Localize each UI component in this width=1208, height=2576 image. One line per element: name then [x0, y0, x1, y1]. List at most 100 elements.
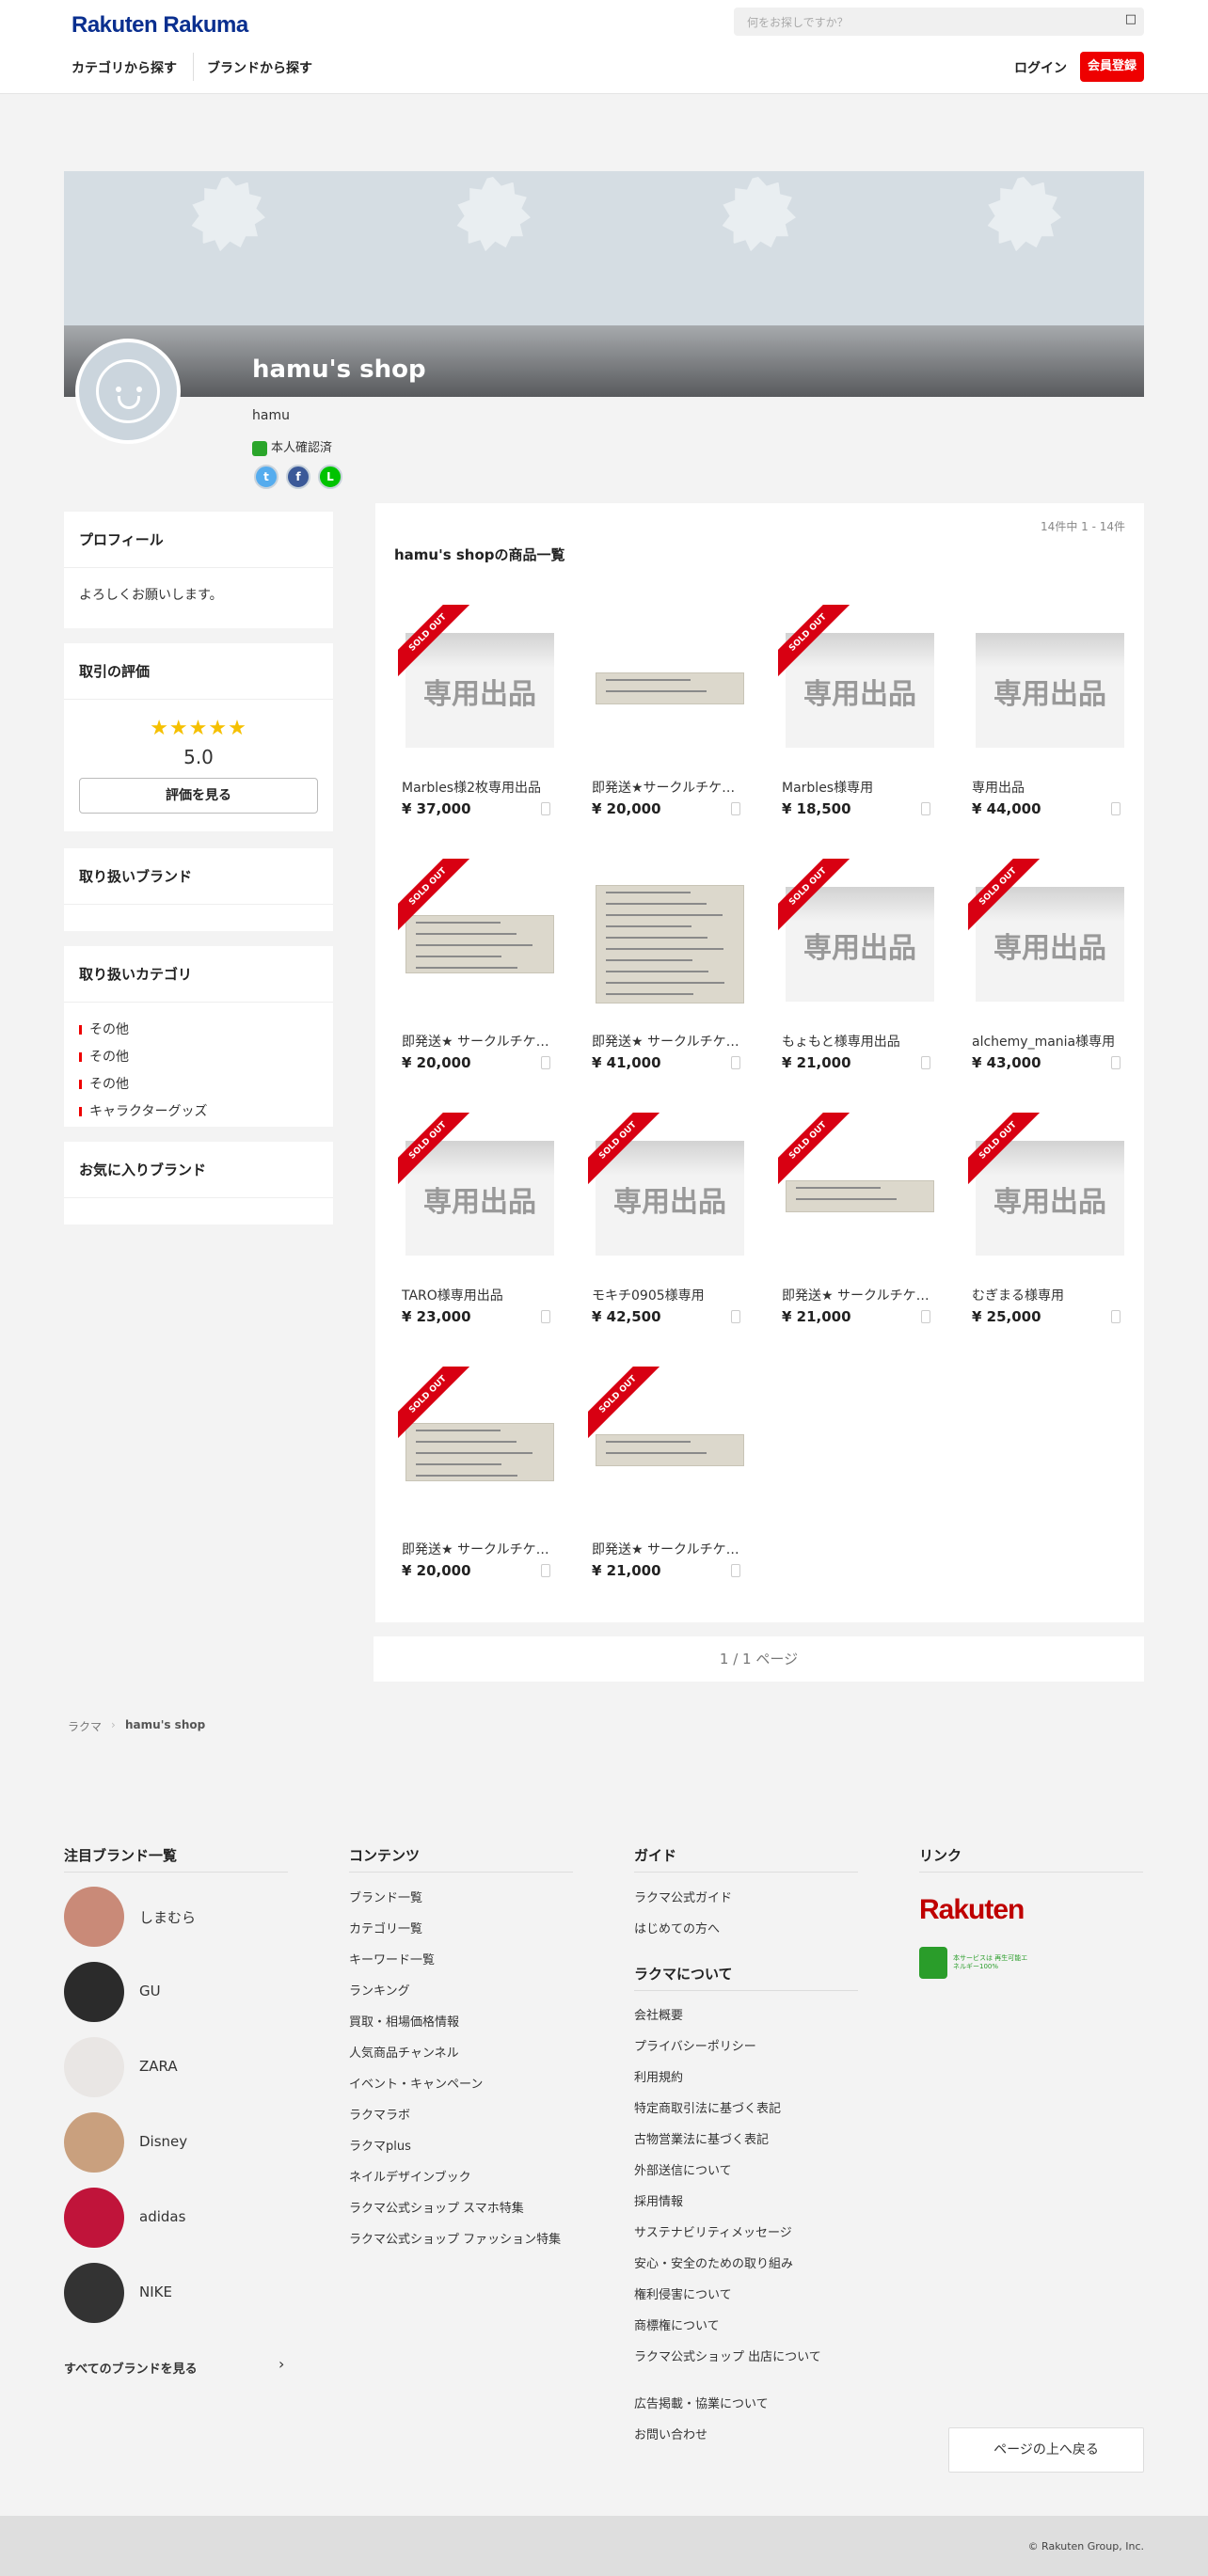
product-thumbnail[interactable]: [588, 605, 748, 765]
footer-contents-link[interactable]: ラクマ公式ショップ ファッション特集: [349, 2229, 575, 2247]
login-link[interactable]: ログイン: [1014, 58, 1067, 77]
product-name[interactable]: Marbles様2枚専用出品: [402, 778, 552, 797]
product-name[interactable]: むぎまる様専用: [972, 1286, 1122, 1304]
chevron-right-icon[interactable]: ›: [278, 2355, 284, 2373]
product-thumbnail[interactable]: SOLD OUT: [398, 1367, 558, 1526]
footer-contents-link[interactable]: イベント・キャンペーン: [349, 2074, 575, 2092]
footer-about-link[interactable]: 会社概要: [634, 2005, 860, 2023]
footer-about-link[interactable]: 権利侵害について: [634, 2284, 860, 2302]
footer-contents-link[interactable]: 買取・相場価格情報: [349, 2012, 575, 2030]
product-thumbnail[interactable]: SOLD OUT: [588, 1367, 748, 1526]
green-energy-badge[interactable]: 本サービスは 再生可能エネルギー100%: [919, 1947, 1032, 1979]
product-thumbnail[interactable]: 専用出品 SOLD OUT: [968, 1113, 1128, 1272]
product-name[interactable]: 即発送★ サークルチケット: [402, 1032, 552, 1051]
footer-about-link[interactable]: 採用情報: [634, 2191, 860, 2209]
breadcrumb-home[interactable]: ラクマ: [68, 1718, 102, 1734]
footer-about-link[interactable]: 特定商取引法に基づく表記: [634, 2098, 860, 2116]
footer-contents-link[interactable]: カテゴリ一覧: [349, 1919, 575, 1936]
footer-contents-link[interactable]: ラクマplus: [349, 2136, 575, 2154]
like-icon[interactable]: [541, 802, 550, 815]
product-name[interactable]: 即発送★サークルチケット: [592, 778, 742, 797]
footer-about-link[interactable]: サステナビリティメッセージ: [634, 2222, 860, 2240]
pagination[interactable]: 1 / 1 ページ: [374, 1636, 1144, 1682]
like-icon[interactable]: [541, 1564, 550, 1577]
footer-about-link[interactable]: 利用規約: [634, 2067, 860, 2085]
signup-button[interactable]: 会員登録: [1080, 52, 1144, 82]
all-brands-link[interactable]: すべてのブランドを見る: [64, 2359, 198, 2377]
product-name[interactable]: 即発送★ サークルチケット: [592, 1540, 742, 1558]
footer-about-link[interactable]: 安心・安全のための取り組み: [634, 2253, 860, 2271]
footer-contents-link[interactable]: ランキング: [349, 1981, 575, 1999]
category-item[interactable]: その他: [79, 1074, 318, 1093]
like-icon[interactable]: [921, 1056, 930, 1069]
footer-about-link[interactable]: 外部送信について: [634, 2160, 860, 2178]
product-thumbnail[interactable]: 専用出品 SOLD OUT: [588, 1113, 748, 1272]
footer-brand-item[interactable]: しまむら: [64, 1887, 309, 1951]
product-name[interactable]: Marbles様専用: [782, 778, 932, 797]
like-icon[interactable]: [731, 802, 740, 815]
category-item[interactable]: キャラクターグッズ: [79, 1101, 318, 1120]
shop-username[interactable]: hamu: [252, 408, 290, 423]
product-name[interactable]: 即発送★ サークルチケット: [592, 1032, 742, 1051]
footer-contents-link[interactable]: ラクマラボ: [349, 2105, 575, 2123]
search-icon[interactable]: □: [1125, 12, 1136, 26]
product-name[interactable]: もょもと様専用出品: [782, 1032, 932, 1051]
facebook-icon[interactable]: f: [286, 465, 310, 489]
footer-about-link[interactable]: ラクマ公式ショップ 出店について: [634, 2347, 860, 2364]
product-thumbnail[interactable]: 専用出品 SOLD OUT: [398, 605, 558, 765]
product-name[interactable]: 即発送★ サークルチケット: [782, 1286, 932, 1304]
footer-brand-item[interactable]: GU: [64, 1962, 309, 2026]
product-thumbnail[interactable]: 専用出品 SOLD OUT: [398, 1113, 558, 1272]
product-thumbnail[interactable]: SOLD OUT: [778, 1113, 938, 1272]
like-icon[interactable]: [1111, 802, 1121, 815]
rakuma-logo[interactable]: Rakuten Rakuma: [72, 12, 248, 39]
like-icon[interactable]: [541, 1056, 550, 1069]
footer-about-link[interactable]: 商標権について: [634, 2315, 860, 2333]
like-icon[interactable]: [1111, 1310, 1121, 1323]
product-name[interactable]: alchemy_mania様専用: [972, 1032, 1122, 1051]
search-input[interactable]: 何をお探しですか？ □: [734, 8, 1144, 36]
footer-brand-item[interactable]: NIKE: [64, 2263, 309, 2327]
footer-brand-item[interactable]: ZARA: [64, 2037, 309, 2101]
like-icon[interactable]: [921, 802, 930, 815]
footer-about-link[interactable]: プライバシーポリシー: [634, 2036, 860, 2054]
nav-category[interactable]: カテゴリから探す: [72, 58, 177, 77]
like-icon[interactable]: [731, 1564, 740, 1577]
footer-guide-link[interactable]: はじめての方へ: [634, 1919, 860, 1936]
product-name[interactable]: 専用出品: [972, 778, 1122, 797]
product-name[interactable]: モキチ0905様専用: [592, 1286, 742, 1304]
footer-about-link[interactable]: 古物営業法に基づく表記: [634, 2129, 860, 2147]
product-thumbnail[interactable]: 専用出品 SOLD OUT: [778, 605, 938, 765]
like-icon[interactable]: [1111, 1056, 1121, 1069]
like-icon[interactable]: [731, 1310, 740, 1323]
footer-brand-item[interactable]: adidas: [64, 2188, 309, 2252]
category-item[interactable]: その他: [79, 1047, 318, 1066]
nav-brand[interactable]: ブランドから探す: [207, 58, 312, 77]
line-icon[interactable]: L: [318, 465, 342, 489]
footer-brand-item[interactable]: Disney: [64, 2112, 309, 2176]
footer-contents-link[interactable]: ラクマ公式ショップ スマホ特集: [349, 2198, 575, 2216]
view-ratings-button[interactable]: 評価を見る: [79, 778, 318, 814]
footer-contents-link[interactable]: 人気商品チャンネル: [349, 2043, 575, 2061]
category-item[interactable]: その他: [79, 1019, 318, 1038]
footer-contents-link[interactable]: ネイルデザインブック: [349, 2167, 575, 2185]
product-thumbnail[interactable]: SOLD OUT: [398, 859, 558, 1019]
footer-contents-link[interactable]: キーワード一覧: [349, 1950, 575, 1968]
product-thumbnail[interactable]: 専用出品 SOLD OUT: [778, 859, 938, 1019]
back-to-top-button[interactable]: ページの上へ戻る: [948, 2427, 1144, 2473]
product-thumbnail[interactable]: [588, 859, 748, 1019]
rakuten-logo[interactable]: Rakuten: [919, 1894, 1025, 1926]
product-name[interactable]: TARO様専用出品: [402, 1286, 552, 1304]
product-thumbnail[interactable]: 専用出品: [968, 605, 1128, 765]
footer-guide-link[interactable]: ラクマ公式ガイド: [634, 1888, 860, 1905]
footer-about-link[interactable]: 広告掲載・協業について: [634, 2394, 860, 2411]
product-name[interactable]: 即発送★ サークルチケット: [402, 1540, 552, 1558]
footer-about-link[interactable]: お問い合わせ: [634, 2425, 860, 2442]
footer-contents-link[interactable]: ブランド一覧: [349, 1888, 575, 1905]
like-icon[interactable]: [541, 1310, 550, 1323]
like-icon[interactable]: [921, 1310, 930, 1323]
leaf-icon: [919, 1947, 947, 1979]
like-icon[interactable]: [731, 1056, 740, 1069]
twitter-icon[interactable]: t: [254, 465, 278, 489]
product-thumbnail[interactable]: 専用出品 SOLD OUT: [968, 859, 1128, 1019]
